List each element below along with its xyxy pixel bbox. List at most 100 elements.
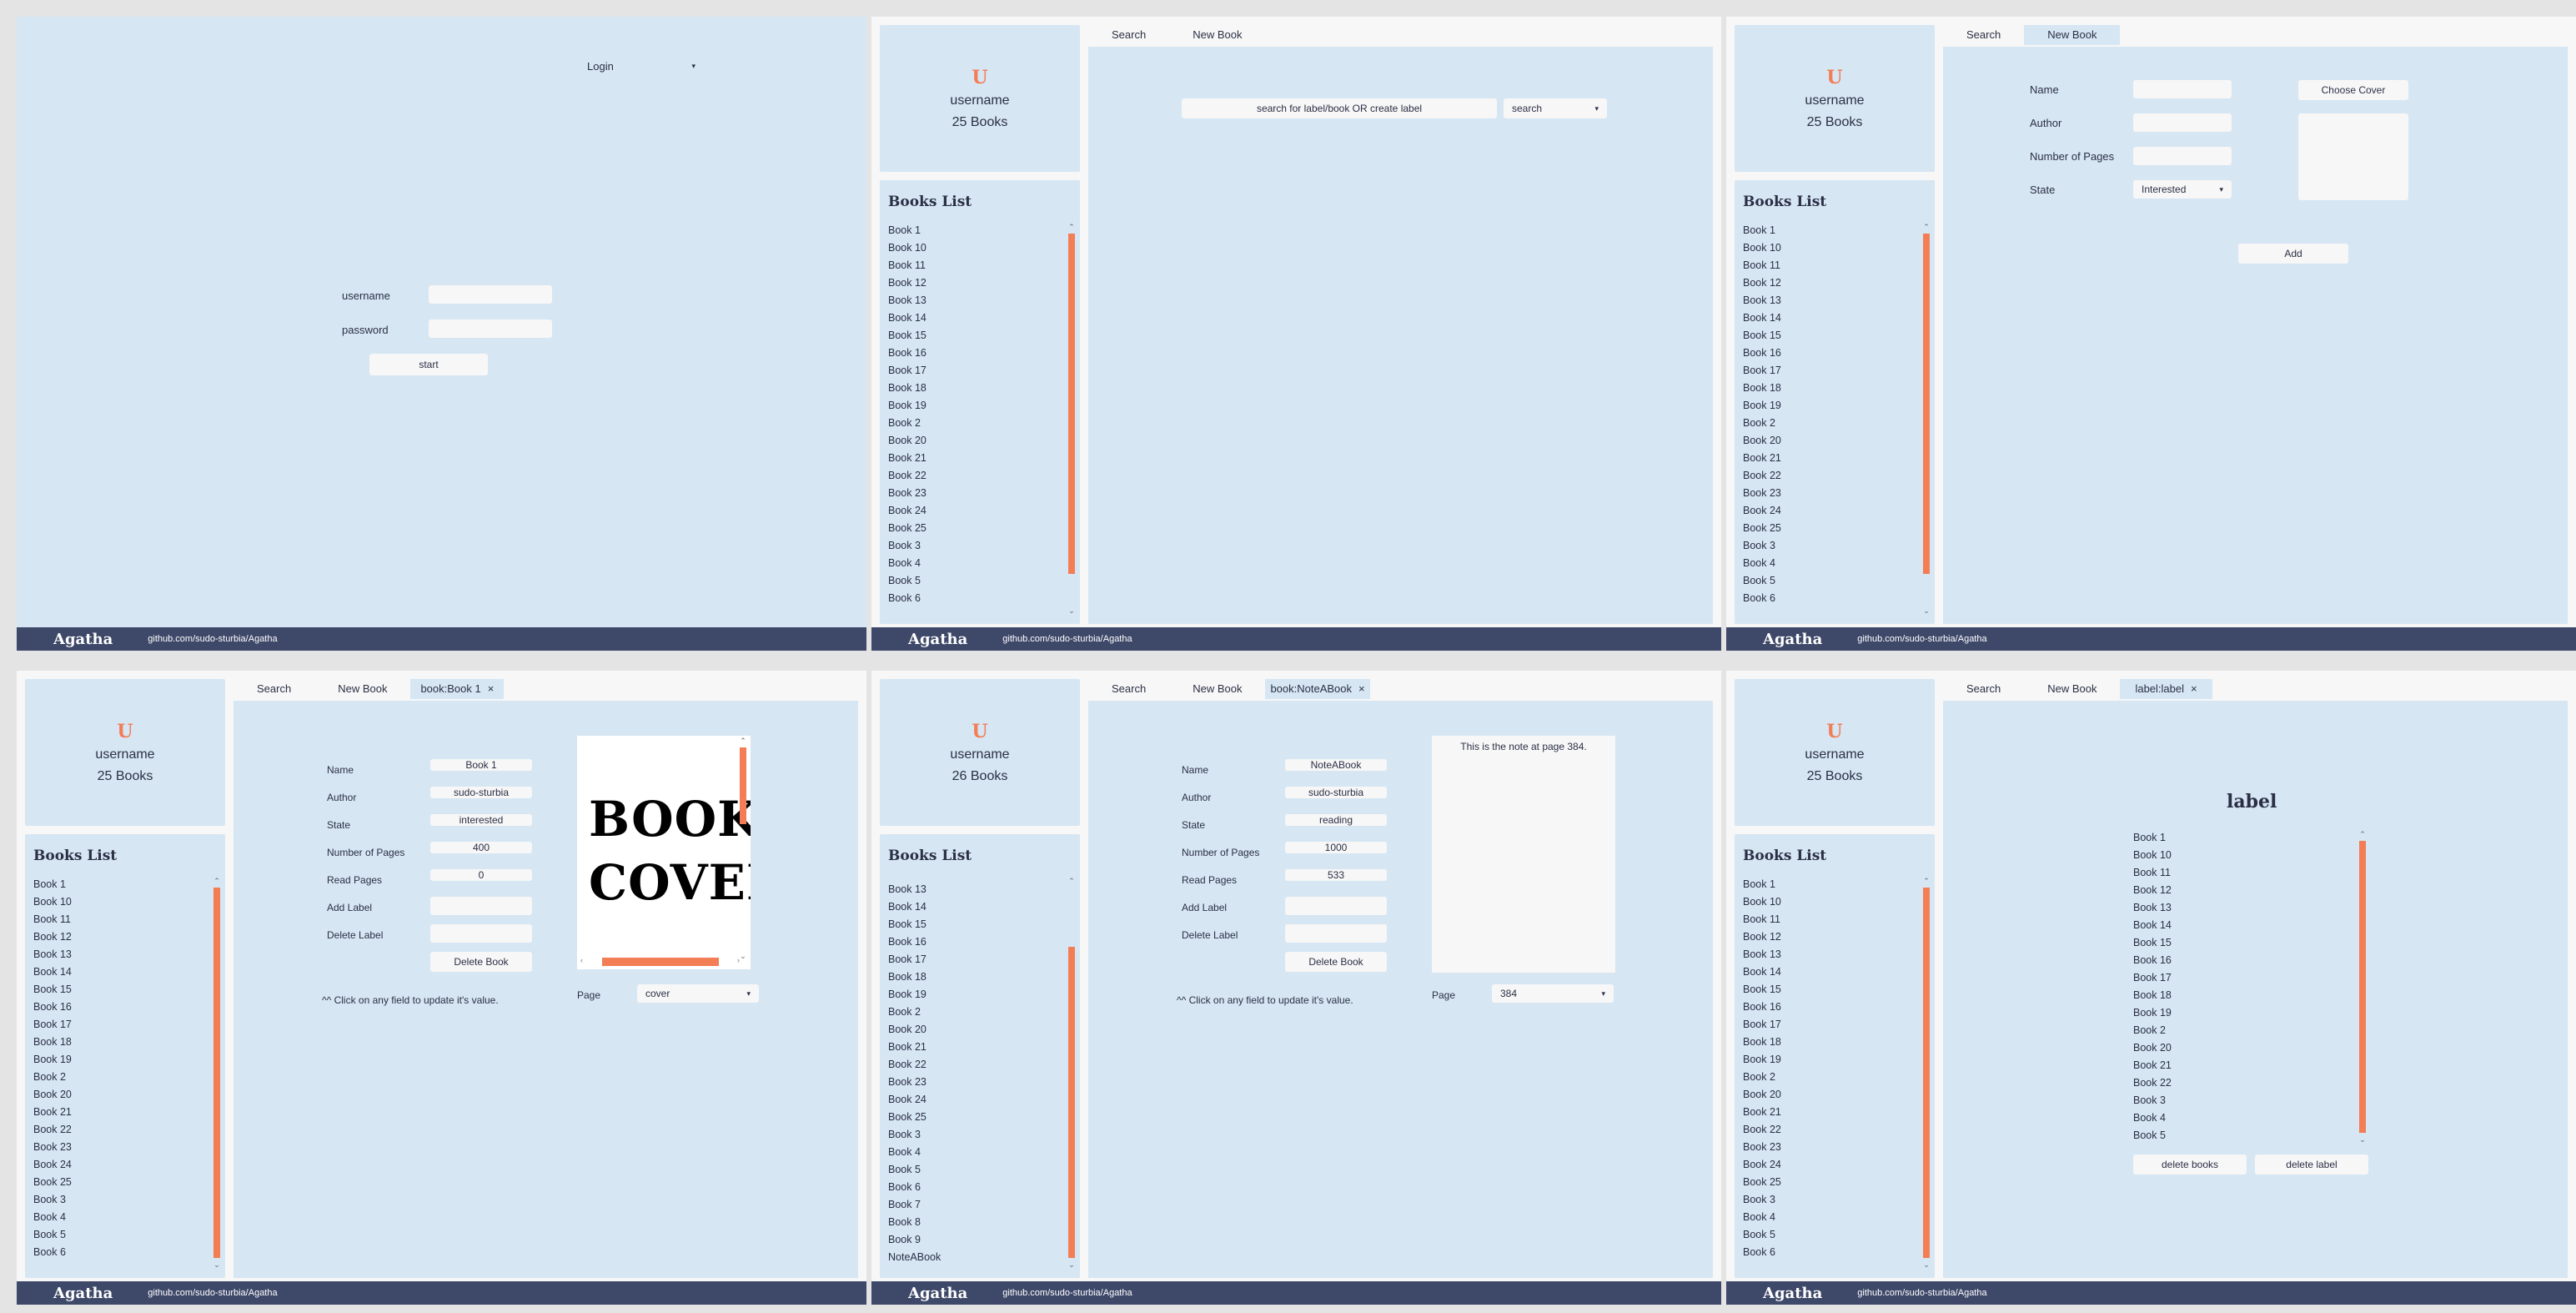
books-list-scrollbar[interactable]: ⌃ ⌄ xyxy=(1066,222,1077,616)
list-item[interactable]: Book 2 xyxy=(888,415,1055,432)
list-item[interactable]: Book 25 xyxy=(888,1109,1055,1126)
scroll-down-icon[interactable]: ⌄ xyxy=(1066,1260,1077,1270)
list-item[interactable]: Book 23 xyxy=(33,1139,200,1156)
close-icon[interactable]: × xyxy=(488,682,495,695)
repo-link[interactable]: github.com/sudo-sturbia/Agatha xyxy=(148,634,277,644)
list-item[interactable]: Book 22 xyxy=(33,1121,200,1139)
list-item[interactable]: Book 14 xyxy=(2133,917,2250,934)
list-item[interactable]: Book 20 xyxy=(888,432,1055,450)
list-item[interactable]: Book 16 xyxy=(1743,345,1910,362)
cover-horizontal-scrollbar[interactable]: ‹ › xyxy=(577,956,747,968)
list-item[interactable]: Book 1 xyxy=(1743,222,1910,239)
page-note[interactable]: This is the note at page 384. xyxy=(1432,736,1615,973)
list-item[interactable]: Book 20 xyxy=(33,1086,200,1104)
list-item[interactable]: Book 17 xyxy=(888,951,1055,968)
list-item[interactable]: Book 20 xyxy=(888,1021,1055,1039)
scroll-left-icon[interactable]: ‹ xyxy=(580,956,583,964)
scrollbar-thumb[interactable] xyxy=(1068,234,1075,575)
tab-search[interactable]: Search xyxy=(1088,25,1169,45)
list-item[interactable]: Book 3 xyxy=(1743,1191,1910,1209)
list-item[interactable]: Book 3 xyxy=(888,1126,1055,1144)
list-item[interactable]: Book 10 xyxy=(888,239,1055,257)
list-item[interactable]: Book 10 xyxy=(1743,239,1910,257)
list-item[interactable]: Book 5 xyxy=(33,1226,200,1244)
list-item[interactable]: Book 2 xyxy=(2133,1022,2250,1039)
tab-search[interactable]: Search xyxy=(1088,679,1169,699)
list-item[interactable]: Book 13 xyxy=(888,292,1055,309)
book-author-field[interactable]: sudo-sturbia xyxy=(1285,787,1387,798)
list-item[interactable]: Book 2 xyxy=(1743,415,1910,432)
search-mode-select[interactable]: search ▾ xyxy=(1504,98,1607,118)
state-select[interactable]: Interested ▾ xyxy=(2133,180,2232,199)
scroll-right-icon[interactable]: › xyxy=(737,956,740,964)
repo-link[interactable]: github.com/sudo-sturbia/Agatha xyxy=(148,1288,277,1298)
list-item[interactable]: Book 6 xyxy=(888,590,1055,607)
add-label-input[interactable] xyxy=(430,897,532,915)
list-item[interactable]: Book 23 xyxy=(1743,485,1910,502)
list-item[interactable]: Book 25 xyxy=(1743,1174,1910,1191)
list-item[interactable]: Book 17 xyxy=(888,362,1055,380)
list-item[interactable]: Book 23 xyxy=(888,1074,1055,1091)
list-item[interactable]: Book 24 xyxy=(1743,1156,1910,1174)
close-icon[interactable]: × xyxy=(2191,682,2197,695)
tab-label[interactable]: label:label × xyxy=(2120,679,2212,699)
list-item[interactable]: Book 19 xyxy=(2133,1004,2250,1022)
list-item[interactable]: Book 21 xyxy=(2133,1057,2250,1074)
list-item[interactable]: Book 10 xyxy=(33,893,200,911)
list-item[interactable]: Book 17 xyxy=(1743,1016,1910,1034)
scroll-down-icon[interactable]: ⌄ xyxy=(1921,606,1932,616)
login-dropdown[interactable]: Login ▾ xyxy=(579,57,695,75)
list-item[interactable]: Book 24 xyxy=(1743,502,1910,520)
scrollbar-thumb[interactable] xyxy=(1923,234,1930,575)
list-item[interactable]: Book 4 xyxy=(1743,555,1910,572)
list-item[interactable]: Book 16 xyxy=(2133,952,2250,969)
list-item[interactable]: Book 24 xyxy=(33,1156,200,1174)
list-item[interactable]: Book 16 xyxy=(1743,999,1910,1016)
scroll-up-icon[interactable]: ⌃ xyxy=(1921,222,1932,232)
list-item[interactable]: Book 10 xyxy=(1743,893,1910,911)
list-item[interactable]: Book 6 xyxy=(888,1179,1055,1196)
password-input[interactable] xyxy=(429,319,552,338)
list-item[interactable]: Book 25 xyxy=(1743,520,1910,537)
list-item[interactable]: Book 17 xyxy=(1743,362,1910,380)
list-item[interactable]: Book 23 xyxy=(888,485,1055,502)
list-item[interactable]: Book 12 xyxy=(1743,928,1910,946)
list-item[interactable]: Book 15 xyxy=(888,327,1055,345)
list-item[interactable]: Book 15 xyxy=(1743,327,1910,345)
list-item[interactable]: Book 15 xyxy=(888,916,1055,933)
list-item[interactable]: Book 2 xyxy=(888,1004,1055,1021)
delete-book-button[interactable]: Delete Book xyxy=(1285,952,1387,972)
scroll-up-icon[interactable]: ⌃ xyxy=(2357,829,2368,839)
tab-search[interactable]: Search xyxy=(1943,679,2024,699)
list-item[interactable]: Book 1 xyxy=(888,222,1055,239)
list-item[interactable]: Book 2 xyxy=(1743,1069,1910,1086)
list-item[interactable]: Book 25 xyxy=(33,1174,200,1191)
scrollbar-thumb[interactable] xyxy=(602,958,719,966)
list-item[interactable]: Book 11 xyxy=(33,911,200,928)
scrollbar-thumb[interactable] xyxy=(1923,888,1930,1258)
list-item[interactable]: Book 5 xyxy=(1743,572,1910,590)
list-item[interactable]: Book 16 xyxy=(888,933,1055,951)
books-list-scrollbar[interactable]: ⌃ ⌄ xyxy=(1066,876,1077,1270)
list-item[interactable]: Book 21 xyxy=(33,1104,200,1121)
scroll-down-icon[interactable]: ⌄ xyxy=(211,1260,223,1270)
list-item[interactable]: Book 14 xyxy=(33,963,200,981)
books-list-scrollbar[interactable]: ⌃ ⌄ xyxy=(211,876,223,1270)
read-pages-field[interactable]: 0 xyxy=(430,869,532,881)
list-item[interactable]: Book 14 xyxy=(888,898,1055,916)
list-item[interactable]: Book 13 xyxy=(33,946,200,963)
list-item[interactable]: Book 21 xyxy=(888,1039,1055,1056)
tab-new-book[interactable]: New Book xyxy=(314,679,410,699)
tab-new-book[interactable]: New Book xyxy=(2024,25,2121,45)
list-item[interactable]: Book 21 xyxy=(1743,1104,1910,1121)
page-select[interactable]: cover ▾ xyxy=(637,984,759,1003)
list-item[interactable]: Book 21 xyxy=(888,450,1055,467)
list-item[interactable]: Book 24 xyxy=(888,1091,1055,1109)
list-item[interactable]: Book 18 xyxy=(1743,1034,1910,1051)
list-item[interactable]: Book 20 xyxy=(1743,1086,1910,1104)
tab-search[interactable]: Search xyxy=(1943,25,2024,45)
delete-label-button[interactable]: delete label xyxy=(2255,1155,2368,1175)
list-item[interactable]: Book 7 xyxy=(888,1196,1055,1214)
list-item[interactable]: Book 4 xyxy=(1743,1209,1910,1226)
cover-vertical-scrollbar[interactable]: ⌃ ⌄ xyxy=(737,736,749,961)
